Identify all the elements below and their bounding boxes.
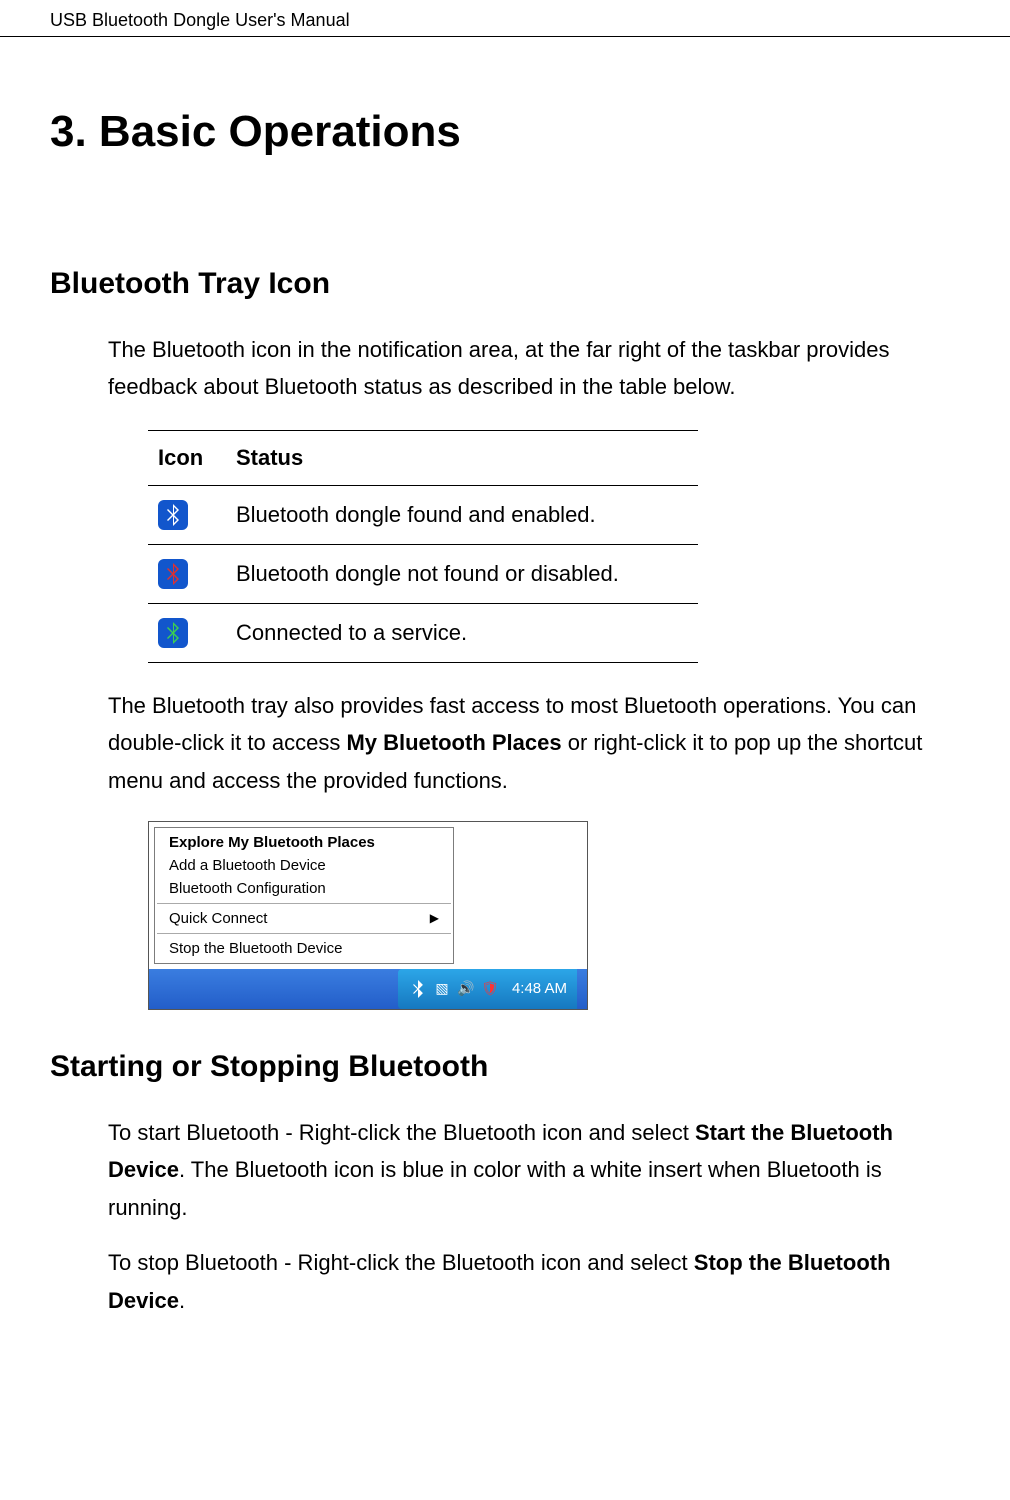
tray-shield-icon[interactable]: 🛡 — [480, 979, 500, 999]
submenu-arrow-icon: ▶ — [430, 911, 439, 925]
context-menu-screenshot: Explore My Bluetooth Places Add a Blueto… — [148, 821, 588, 1010]
tray-network-icon[interactable]: ▧ — [432, 979, 452, 999]
page-header: USB Bluetooth Dongle User's Manual — [0, 0, 1010, 37]
menu-item-stop-device[interactable]: Stop the Bluetooth Device — [155, 937, 453, 960]
table-row: Connected to a service. — [148, 603, 698, 662]
menu-item-explore[interactable]: Explore My Bluetooth Places — [155, 831, 453, 854]
table-cell-status: Bluetooth dongle found and enabled. — [226, 485, 698, 544]
stop-bluetooth-para: To stop Bluetooth - Right-click the Blue… — [108, 1244, 960, 1319]
table-header-icon: Icon — [148, 430, 226, 485]
bluetooth-connected-icon — [158, 618, 188, 648]
context-menu: Explore My Bluetooth Places Add a Blueto… — [154, 827, 454, 964]
section-title-tray-icon: Bluetooth Tray Icon — [50, 267, 960, 301]
tray-icon-operations-para: The Bluetooth tray also provides fast ac… — [108, 687, 960, 799]
taskbar: ▧ 🔊 🛡 4:48 AM — [149, 969, 587, 1009]
menu-item-configuration[interactable]: Bluetooth Configuration — [155, 877, 453, 900]
tray-clock[interactable]: 4:48 AM — [504, 980, 567, 997]
tray-icon-intro: The Bluetooth icon in the notification a… — [108, 331, 960, 406]
menu-item-add-device[interactable]: Add a Bluetooth Device — [155, 854, 453, 877]
icon-status-table: Icon Status Bluetooth dongle found and e… — [148, 430, 698, 663]
table-header-status: Status — [226, 430, 698, 485]
menu-item-quick-connect[interactable]: Quick Connect▶ — [155, 907, 453, 930]
menu-separator — [157, 903, 451, 904]
menu-separator — [157, 933, 451, 934]
chapter-title: 3. Basic Operations — [50, 107, 960, 157]
bluetooth-enabled-icon — [158, 500, 188, 530]
start-bluetooth-para: To start Bluetooth - Right-click the Blu… — [108, 1114, 960, 1226]
bluetooth-disabled-icon — [158, 559, 188, 589]
section-title-start-stop: Starting or Stopping Bluetooth — [50, 1050, 960, 1084]
table-row: Bluetooth dongle not found or disabled. — [148, 544, 698, 603]
table-row: Bluetooth dongle found and enabled. — [148, 485, 698, 544]
table-cell-status: Bluetooth dongle not found or disabled. — [226, 544, 698, 603]
table-cell-status: Connected to a service. — [226, 603, 698, 662]
tray-bluetooth-icon[interactable] — [408, 979, 428, 999]
tray-volume-icon[interactable]: 🔊 — [456, 979, 476, 999]
system-tray: ▧ 🔊 🛡 4:48 AM — [398, 969, 577, 1009]
